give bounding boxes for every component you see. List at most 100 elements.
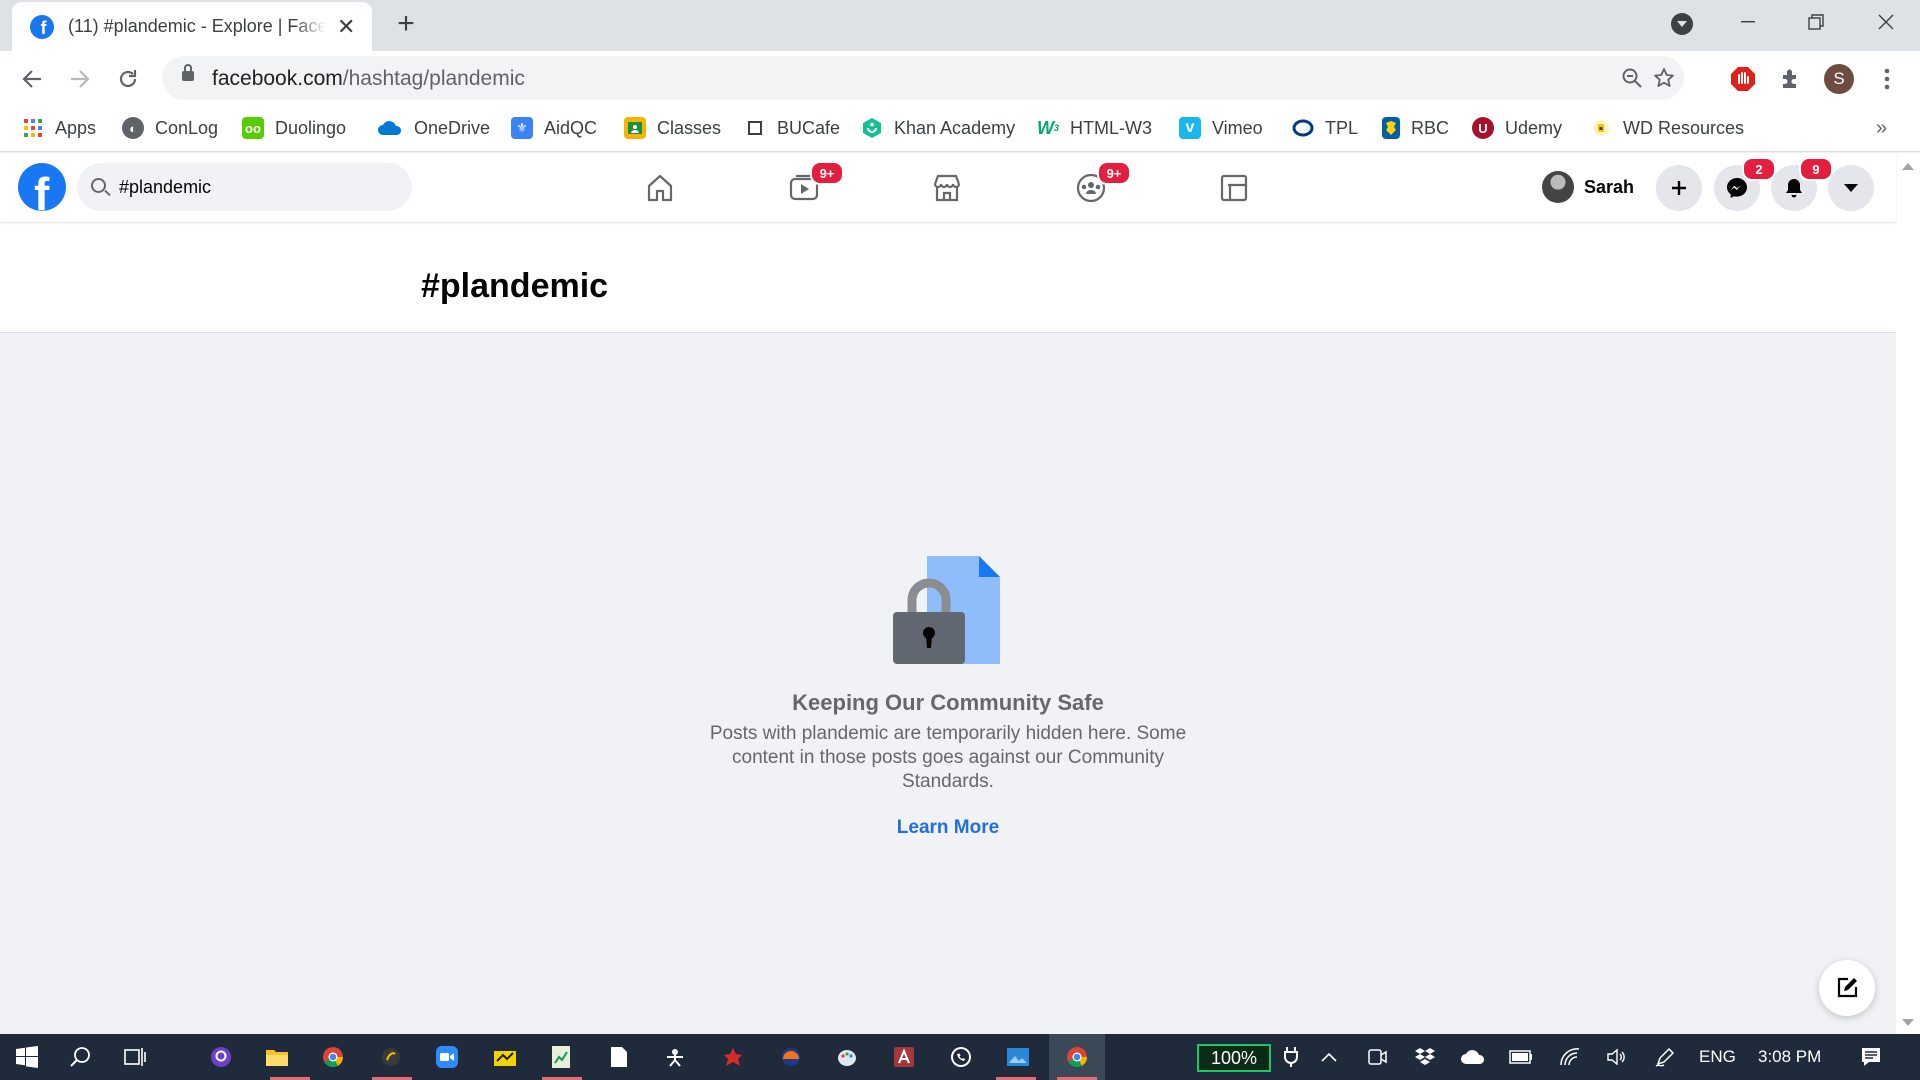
rbc-icon <box>1382 117 1400 139</box>
chrome-menu-icon[interactable] <box>1872 64 1902 94</box>
language-indicator[interactable]: ENG <box>1699 1047 1736 1067</box>
minimize-button[interactable] <box>1720 0 1776 44</box>
zoom-icon[interactable] <box>432 1042 462 1072</box>
bookmark-udemy[interactable]: U Udemy <box>1472 115 1562 141</box>
search-icon <box>91 178 106 193</box>
back-button[interactable] <box>14 61 50 97</box>
nav-marketplace[interactable] <box>891 153 1003 222</box>
chrome-icon[interactable] <box>318 1042 348 1072</box>
close-window-button[interactable] <box>1858 0 1914 44</box>
bookmark-star-icon[interactable] <box>1648 62 1680 94</box>
spreadsheet-icon[interactable] <box>546 1042 576 1072</box>
photos-icon[interactable] <box>1003 1042 1033 1072</box>
bookmark-tpl[interactable]: TPL <box>1292 115 1358 141</box>
khan-academy-icon <box>861 117 883 139</box>
battery-meter[interactable]: 100% <box>1197 1044 1271 1072</box>
browser-tab-active[interactable]: f (11) #plandemic - Explore | Facebook ✕ <box>12 2 372 51</box>
folder-sync-icon[interactable] <box>490 1042 520 1072</box>
bookmark-aidqc[interactable]: ⚜ AidQC <box>511 115 597 141</box>
access-icon[interactable] <box>889 1042 919 1072</box>
file-explorer-icon[interactable] <box>262 1042 292 1072</box>
classroom-icon <box>624 117 646 139</box>
nav-groups[interactable]: 9+ <box>1035 153 1147 222</box>
create-button[interactable] <box>1656 165 1702 211</box>
clock[interactable]: 3:08 PM <box>1758 1047 1821 1067</box>
windows-taskbar: 100% ENG 3:08 PM <box>0 1034 1920 1080</box>
nav-gaming[interactable] <box>1178 153 1290 222</box>
square-icon <box>744 117 766 139</box>
adblock-extension-icon[interactable] <box>1728 64 1758 94</box>
browser-toolbar: facebook.com/hashtag/plandemic S <box>0 51 1920 105</box>
marketplace-shop-icon <box>933 174 961 201</box>
scroll-down-icon[interactable] <box>1902 1019 1914 1026</box>
bookmark-duolingo[interactable]: oo Duolingo <box>242 115 346 141</box>
bookmark-onedrive[interactable]: OneDrive <box>377 115 490 141</box>
lock-icon[interactable] <box>182 64 194 81</box>
search-input[interactable] <box>119 175 399 199</box>
task-view-icon[interactable] <box>120 1042 150 1072</box>
bookmark-classes[interactable]: Classes <box>624 115 721 141</box>
facebook-logo-icon[interactable]: f <box>18 163 66 211</box>
tab-search-icon[interactable] <box>1671 13 1693 35</box>
pen-workspace-icon[interactable] <box>1650 1042 1680 1072</box>
fleur-icon: ⚜ <box>511 117 533 139</box>
scroll-up-icon[interactable] <box>1902 163 1914 170</box>
more-bookmarks-icon[interactable]: » <box>1876 117 1887 140</box>
new-message-button[interactable] <box>1819 960 1875 1016</box>
bookmark-conlog[interactable]: ◐ ConLog <box>122 115 218 141</box>
restore-button[interactable] <box>1788 0 1844 44</box>
document-icon[interactable] <box>604 1042 634 1072</box>
meet-now-icon[interactable] <box>1362 1042 1392 1072</box>
page-scrollbar[interactable] <box>1896 153 1920 1034</box>
tpl-icon <box>1292 117 1314 139</box>
app-icon-3[interactable] <box>718 1042 748 1072</box>
windows-start-icon[interactable] <box>12 1042 42 1072</box>
bookmark-khan-academy[interactable]: Khan Academy <box>861 115 1015 141</box>
app-icon-4[interactable] <box>776 1042 806 1072</box>
volume-icon[interactable] <box>1602 1042 1632 1072</box>
action-center-icon[interactable] <box>1856 1042 1886 1072</box>
learn-more-link[interactable]: Learn More <box>0 817 1896 839</box>
bookmark-rbc[interactable]: RBC <box>1382 115 1449 141</box>
facebook-search[interactable] <box>77 163 412 211</box>
nav-watch[interactable]: 9+ <box>748 153 860 222</box>
url-text[interactable]: facebook.com/hashtag/plandemic <box>212 67 525 91</box>
chrome-active-icon[interactable] <box>1062 1042 1092 1072</box>
bookmark-bucafe[interactable]: BUCafe <box>744 115 840 141</box>
github-icon[interactable] <box>206 1042 236 1072</box>
bookmark-wd-resources[interactable]: WD Resources <box>1590 115 1744 141</box>
nav-home[interactable] <box>604 153 716 222</box>
dropbox-icon[interactable] <box>1410 1042 1440 1072</box>
battery-icon[interactable] <box>1506 1042 1536 1072</box>
address-bar[interactable]: facebook.com/hashtag/plandemic <box>162 56 1684 100</box>
new-tab-button[interactable]: + <box>390 9 422 41</box>
notifications-button[interactable]: 9 <box>1771 157 1833 211</box>
hashtag-header: #plandemic <box>0 222 1896 333</box>
power-plug-icon[interactable] <box>1276 1042 1306 1072</box>
profile-shortcut[interactable]: Sarah <box>1542 168 1634 206</box>
bookmark-html-w3[interactable]: W3 HTML-W3 <box>1037 115 1152 141</box>
paint-icon[interactable] <box>832 1042 862 1072</box>
search-icon[interactable] <box>66 1042 96 1072</box>
account-menu-button[interactable] <box>1828 165 1874 211</box>
bookmarks-bar: Apps ◐ ConLog oo Duolingo OneDrive ⚜ Aid… <box>0 105 1920 152</box>
whatsapp-icon[interactable] <box>946 1042 976 1072</box>
chevron-up-icon[interactable] <box>1314 1042 1344 1072</box>
wifi-icon[interactable] <box>1555 1042 1585 1072</box>
tab-close-icon[interactable]: ✕ <box>334 14 358 40</box>
wd-icon <box>1590 117 1612 139</box>
profile-avatar[interactable]: S <box>1824 64 1854 94</box>
bookmark-vimeo[interactable]: v Vimeo <box>1179 115 1263 141</box>
app-icon-1[interactable] <box>376 1042 406 1072</box>
forward-button[interactable] <box>62 61 98 97</box>
app-icon-2[interactable] <box>660 1042 690 1072</box>
watch-badge: 9+ <box>810 161 844 185</box>
messenger-button[interactable]: 2 <box>1714 157 1776 211</box>
zoom-icon[interactable] <box>1616 62 1648 94</box>
reload-button[interactable] <box>110 61 146 97</box>
extensions-puzzle-icon[interactable] <box>1776 64 1806 94</box>
facebook-header: f 9+ 9+ Sarah 2 9 <box>0 153 1896 222</box>
onedrive-tray-icon[interactable] <box>1458 1042 1488 1072</box>
bookmark-apps[interactable]: Apps <box>22 115 96 141</box>
main-content: Keeping Our Community Safe Posts with pl… <box>0 333 1896 1034</box>
